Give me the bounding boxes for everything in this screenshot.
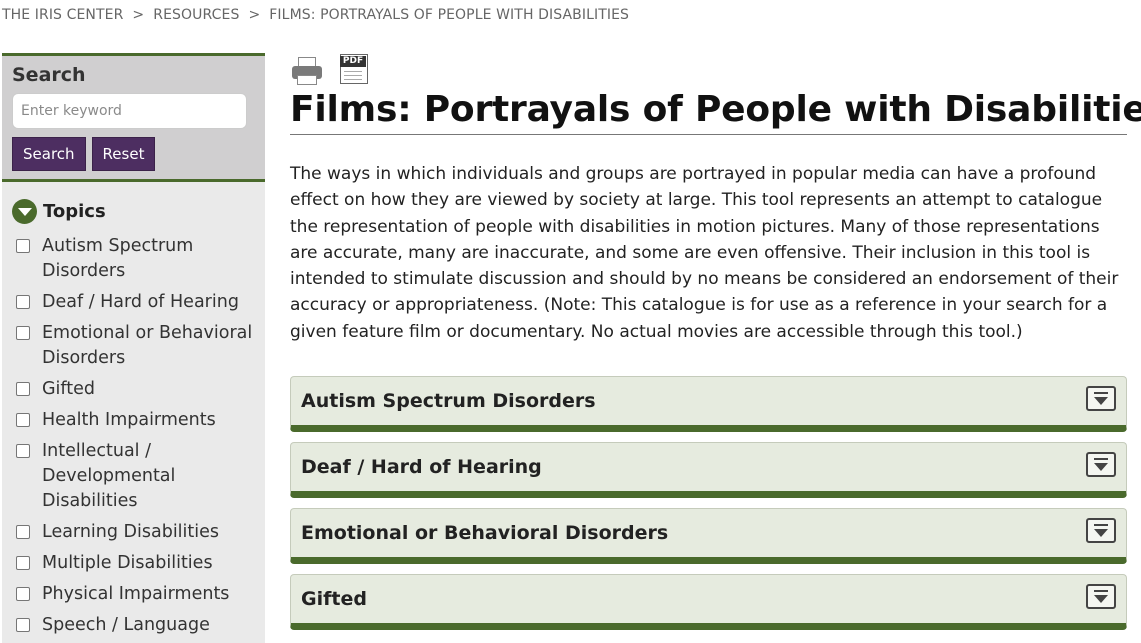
topic-checkbox[interactable] [16,444,30,458]
topic-checkbox[interactable] [16,295,30,309]
topic-label: Speech / Language [42,615,210,635]
sidebar: Search Search Reset Topics Autism Spectr… [2,53,265,643]
topic-checkbox[interactable] [16,618,30,632]
topic-item[interactable]: Multiple Disabilities [16,551,255,576]
accordion-label: Emotional or Behavioral Disorders [301,522,669,545]
topic-list: Autism Spectrum Disorders Deaf / Hard of… [2,228,265,638]
breadcrumb-link-resources[interactable]: RESOURCES [153,7,239,23]
page-title: Films: Portrayals of People with Disabil… [290,89,1141,135]
topic-label: Deaf / Hard of Hearing [42,292,239,312]
topic-label: Autism Spectrum Disorders [42,236,194,281]
topics-title: Topics [43,201,106,222]
topic-label: Health Impairments [42,410,216,430]
accordion-item-autism[interactable]: Autism Spectrum Disorders [290,376,1127,433]
topic-item[interactable]: Emotional or Behavioral Disorders [16,321,255,371]
page-tools: PDF [290,52,1127,86]
topic-label: Physical Impairments [42,584,230,604]
expand-icon[interactable] [1086,517,1116,543]
topic-checkbox[interactable] [16,382,30,396]
breadcrumb-separator: > [132,7,145,23]
breadcrumb: THE IRIS CENTER > RESOURCES > FILMS: PORTRAY… [2,7,629,23]
topic-label: Multiple Disabilities [42,553,213,573]
topics-toggle[interactable]: Topics [2,182,265,228]
accordion-item-emotional[interactable]: Emotional or Behavioral Disorders [290,508,1127,565]
topic-label: Gifted [42,379,96,399]
breadcrumb-separator: > [248,7,261,23]
reset-button[interactable]: Reset [91,137,156,171]
breadcrumb-link-home[interactable]: THE IRIS CENTER [2,7,123,23]
breadcrumb-current: FILMS: PORTRAYALS OF PEOPLE WITH DISABIL… [269,7,630,23]
search-title: Search [12,64,86,86]
expand-icon[interactable] [1086,385,1116,411]
topic-item[interactable]: Autism Spectrum Disorders [16,234,255,284]
accordion-label: Gifted [301,588,367,611]
search-panel: Search Search Reset [2,53,265,182]
topic-item[interactable]: Health Impairments [16,408,255,433]
main-content: PDF Films: Portrayals of People with Dis… [290,52,1141,640]
chevron-down-icon [12,199,37,224]
intro-paragraph: The ways in which individuals and groups… [290,164,1119,342]
accordion: Autism Spectrum Disorders Deaf / Hard of… [290,376,1127,631]
pdf-icon-label: PDF [340,56,366,67]
topic-checkbox[interactable] [16,239,30,253]
topic-item[interactable]: Gifted [16,377,255,402]
topic-item[interactable]: Intellectual / Developmental Disabilitie… [16,439,255,514]
topic-item[interactable]: Deaf / Hard of Hearing [16,290,255,315]
topic-checkbox[interactable] [16,525,30,539]
topic-checkbox[interactable] [16,326,30,340]
topic-label: Learning Disabilities [42,522,220,542]
search-button[interactable]: Search [12,137,86,171]
accordion-label: Autism Spectrum Disorders [301,390,596,413]
search-input[interactable] [12,93,247,129]
topic-item[interactable]: Physical Impairments [16,582,255,607]
topic-checkbox[interactable] [16,556,30,570]
topic-checkbox[interactable] [16,413,30,427]
accordion-label: Deaf / Hard of Hearing [301,456,542,479]
accordion-item-gifted[interactable]: Gifted [290,574,1127,631]
printer-icon[interactable] [290,54,324,86]
expand-icon[interactable] [1086,583,1116,609]
pdf-icon[interactable]: PDF [340,54,368,86]
expand-icon[interactable] [1086,451,1116,477]
topic-label: Intellectual / Developmental Disabilitie… [42,441,176,511]
topic-item[interactable]: Speech / Language [16,613,255,638]
topic-item[interactable]: Learning Disabilities [16,520,255,545]
accordion-item-deaf[interactable]: Deaf / Hard of Hearing [290,442,1127,499]
topic-label: Emotional or Behavioral Disorders [42,323,253,368]
topic-checkbox[interactable] [16,587,30,601]
